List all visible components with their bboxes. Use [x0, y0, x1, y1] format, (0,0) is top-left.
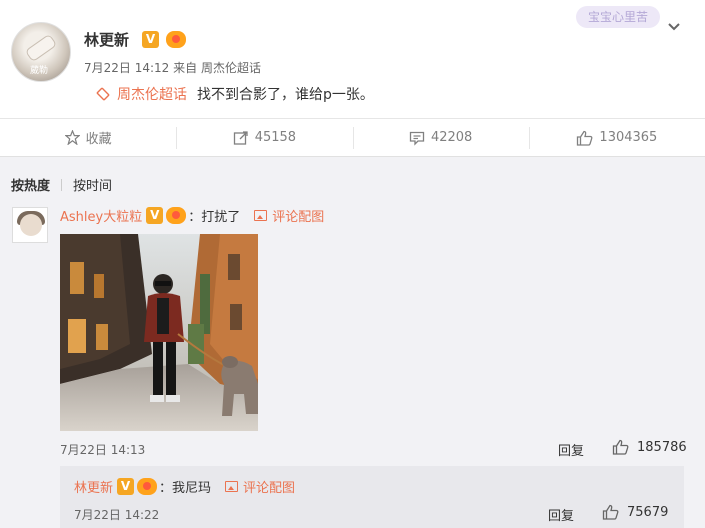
verified-v-icon: V: [117, 478, 135, 495]
chevron-down-icon[interactable]: [667, 20, 681, 34]
reply-text: ：我尼玛: [159, 481, 212, 496]
post-author-name[interactable]: 林更新: [84, 29, 129, 50]
street-photo-illustration: [60, 234, 258, 431]
comment-text: ：打扰了: [188, 210, 241, 225]
supertopic-link[interactable]: 周杰伦超话: [117, 84, 187, 104]
post-meta: 7月22日 14:12 来自 周杰伦超话: [84, 59, 261, 76]
post-time[interactable]: 7月22日 14:12: [84, 61, 169, 75]
comment-avatar[interactable]: [12, 207, 48, 243]
action-bar: 收藏 45158 42208 1304365: [0, 118, 705, 156]
superfan-badge-icon: [166, 207, 187, 224]
sort-by-hot-tab[interactable]: 按热度: [11, 175, 50, 194]
favorite-label: 收藏: [85, 132, 112, 147]
weibo-post: 葳勒 林更新 V 7月22日 14:12 来自 周杰伦超话 周杰伦超话 找不到合…: [0, 0, 705, 118]
post-avatar[interactable]: 葳勒: [11, 22, 71, 82]
repost-icon: [233, 130, 248, 145]
comment-image-link[interactable]: 评论配图: [272, 206, 324, 225]
reply-line: 林更新 V ：我尼玛 评论配图: [74, 477, 295, 496]
comment-time: 7月22日 14:13: [60, 443, 146, 457]
thumbs-up-icon: [612, 439, 629, 455]
verified-v-icon: V: [142, 31, 159, 48]
reply-like-count: 75679: [627, 504, 669, 520]
thumbs-up-icon: [577, 130, 593, 146]
sort-by-time-tab[interactable]: 按时间: [73, 175, 112, 194]
sticker-watermark: 宝宝心里苦: [576, 6, 660, 28]
comment-icon: [409, 131, 425, 146]
image-icon: [254, 210, 268, 221]
superfan-badge-icon: [166, 31, 186, 48]
reply-like-button[interactable]: 75679: [602, 504, 668, 520]
comment-like-button[interactable]: 185786: [612, 439, 687, 455]
avatar-caption: 葳勒: [30, 66, 49, 76]
like-count: 1304365: [599, 130, 658, 145]
post-source-prefix: 来自: [173, 61, 198, 75]
reply-time: 7月22日 14:22: [74, 508, 160, 522]
repost-count: 45158: [254, 130, 297, 145]
comment-author-name[interactable]: Ashley大粒粒: [60, 206, 142, 225]
avatar-face-graphic: [20, 214, 42, 236]
comment-button[interactable]: 42208: [352, 119, 529, 156]
comment-like-count: 185786: [637, 439, 687, 455]
comment-reply-button[interactable]: 回复: [558, 440, 584, 459]
sort-divider: [61, 178, 63, 191]
thumbs-up-icon: [602, 504, 619, 520]
repost-button[interactable]: 45158: [176, 119, 352, 156]
reply-image-link[interactable]: 评论配图: [243, 477, 295, 496]
avatar-bandage-graphic: [24, 33, 58, 63]
comments-section: 按热度 按时间 Ashley大粒粒 V ：打扰了 评论配图 7月22日 14:1…: [0, 156, 705, 528]
post-source[interactable]: 周杰伦超话: [201, 61, 261, 75]
comment-count: 42208: [430, 130, 473, 145]
comment-line: Ashley大粒粒 V ：打扰了 评论配图: [60, 206, 324, 225]
supertopic-icon: [96, 87, 110, 101]
image-icon: [225, 481, 239, 492]
post-text: 找不到合影了，谁给p一张。: [197, 87, 374, 103]
comment-sort-tabs: 按热度 按时间: [11, 175, 112, 194]
nested-reply: 林更新 V ：我尼玛 评论配图 7月22日 14:22 回复 75679: [60, 466, 684, 528]
reply-reply-button[interactable]: 回复: [548, 505, 574, 524]
like-button[interactable]: 1304365: [528, 119, 705, 156]
reply-author-name[interactable]: 林更新: [74, 477, 113, 496]
post-content: 周杰伦超话 找不到合影了，谁给p一张。: [95, 84, 374, 104]
favorite-button[interactable]: 收藏: [0, 119, 176, 156]
verified-v-icon: V: [146, 207, 164, 224]
star-icon: [64, 130, 80, 145]
superfan-badge-icon: [137, 478, 158, 495]
comment-attached-photo[interactable]: [60, 234, 258, 431]
